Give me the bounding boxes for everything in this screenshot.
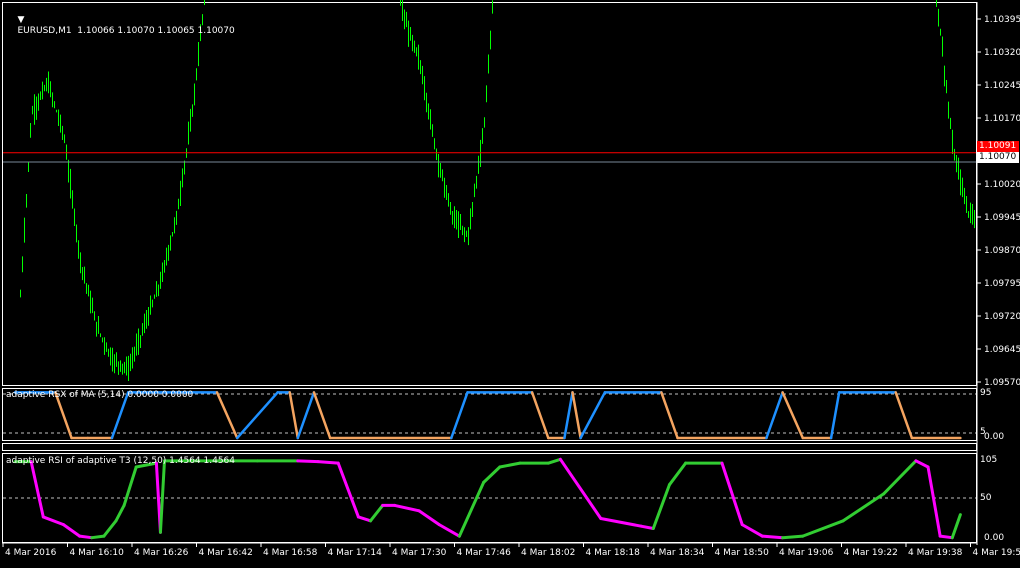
indicator-segment (641, 526, 653, 528)
rsi-info-label: adaptive RSI of adaptive T3 (12,50) 1.45… (6, 456, 235, 467)
price-tick-label: 1.09795 (984, 279, 1020, 289)
price-axis-ticks: 1.10395 1.10320 1.10245 1.10170 1.10020 1.099… (977, 15, 1020, 388)
indicator-segment (338, 463, 358, 517)
indicator-segment (419, 511, 439, 525)
indicator-segment (500, 463, 520, 467)
time-tick-label: 4 Mar 19:22 (844, 548, 898, 558)
indicator-segment (766, 392, 782, 438)
indicator-segment (371, 505, 383, 520)
indicator-segment (928, 467, 940, 536)
indicator-segment (63, 525, 79, 537)
indicator-segment (952, 515, 960, 538)
time-tick-label: 4 Mar 16:58 (263, 548, 318, 558)
time-tick-label: 4 Mar 18:02 (521, 548, 575, 558)
price-tick-label: 1.10395 (984, 15, 1020, 25)
indicator-segment (940, 536, 952, 538)
indicator-segment (896, 392, 912, 438)
indicator-segment (532, 392, 548, 438)
rsi-indicator-line (15, 459, 960, 537)
indicator-segment (217, 392, 237, 438)
indicator-segment (439, 525, 459, 537)
indicator-segment (298, 392, 314, 438)
indicator-segment (314, 392, 330, 438)
indicator-segment (43, 517, 63, 525)
indicator-segment (831, 392, 839, 438)
indicator-segment (722, 463, 742, 524)
price-tick-label: 1.09870 (984, 246, 1020, 256)
rsx-info-label: adaptive RSX of MA (5,14) 0.0000 0.0000 (6, 390, 193, 401)
indicator-segment (669, 463, 685, 485)
indicator-segment (358, 517, 370, 521)
indicator-segment (124, 467, 136, 505)
indicator-segment (601, 518, 641, 526)
time-tick-label: 4 Mar 18:50 (715, 548, 770, 558)
rsi-axis-tick-105: 105 (980, 455, 997, 466)
rsi-axis-tick-0: 0.00 (984, 533, 1004, 544)
indicator-segment (290, 392, 298, 438)
price-tick-label: 1.10020 (984, 180, 1020, 190)
time-tick-label: 4 Mar 17:46 (457, 548, 512, 558)
time-tick-label: 4 Mar 16:42 (199, 548, 253, 558)
chart-canvas[interactable]: 1.10395 1.10320 1.10245 1.10170 1.10020 1.099… (0, 0, 1020, 565)
chart-window[interactable]: 1.10395 1.10320 1.10245 1.10170 1.10020 1.099… (0, 0, 1020, 565)
price-tick-label: 1.10320 (984, 48, 1020, 58)
indicator-segment (783, 536, 803, 538)
indicator-segment (783, 392, 803, 438)
indicator-segment (548, 459, 560, 463)
indicator-segment (80, 536, 92, 538)
time-tick-label: 4 Mar 16:10 (70, 548, 125, 558)
indicator-segment (762, 536, 782, 538)
time-tick-label: 4 Mar 18:34 (650, 548, 705, 558)
rsi-axis-tick-50: 50 (980, 493, 991, 504)
candlestick-series (21, 0, 975, 381)
price-tick-label: 1.09645 (984, 345, 1020, 355)
indicator-segment (661, 392, 677, 438)
rsx-axis-tick-0: 0.00 (984, 432, 1004, 443)
time-axis-ticks: 4 Mar 2016 4 Mar 16:10 4 Mar 16:26 4 Mar 16… (3, 543, 1020, 558)
indicator-segment (298, 461, 318, 462)
time-tick-label: 4 Mar 16:26 (134, 548, 189, 558)
triangle-down-icon[interactable]: ▼ (17, 15, 24, 25)
separator-frame (3, 444, 977, 451)
price-tick-label: 1.09720 (984, 312, 1020, 322)
time-tick-label: 4 Mar 17:14 (328, 548, 383, 558)
indicator-segment (104, 521, 116, 536)
price-tick-label: 1.09945 (984, 213, 1020, 223)
indicator-segment (916, 461, 928, 467)
indicator-segment (573, 392, 581, 438)
time-tick-label: 4 Mar 2016 (5, 548, 57, 558)
symbol-info: EURUSD,M1 1.10066 1.10070 1.10065 1.1007… (17, 26, 234, 36)
time-tick-label: 4 Mar 19:38 (908, 548, 963, 558)
time-tick-label: 4 Mar 19:06 (779, 548, 834, 558)
indicator-segment (451, 392, 467, 438)
indicator-segment (560, 459, 600, 518)
indicator-segment (237, 392, 277, 438)
time-tick-label: 4 Mar 19:54 (973, 548, 1020, 558)
indicator-segment (742, 525, 762, 537)
price-panel-frame (3, 3, 977, 386)
time-tick-label: 4 Mar 17:30 (392, 548, 447, 558)
rsx-axis-tick-95: 95 (980, 388, 991, 399)
indicator-segment (564, 392, 572, 438)
time-tick-label: 4 Mar 18:18 (586, 548, 641, 558)
indicator-segment (484, 467, 500, 482)
indicator-segment (31, 462, 43, 517)
indicator-segment (653, 485, 669, 529)
indicator-segment (884, 461, 916, 494)
indicator-segment (160, 461, 164, 532)
indicator-segment (803, 521, 843, 536)
indicator-segment (581, 392, 605, 438)
indicator-segment (318, 462, 338, 464)
ask-price-label: 1.10091 (977, 141, 1019, 152)
bid-price-label: 1.10070 (977, 152, 1019, 163)
price-tick-label: 1.10170 (984, 114, 1020, 124)
price-tick-label: 1.09570 (984, 378, 1020, 388)
price-tick-label: 1.10245 (984, 81, 1020, 91)
indicator-segment (116, 505, 124, 520)
indicator-segment (395, 505, 419, 510)
indicator-segment (92, 536, 104, 538)
symbol-header[interactable]: ▼ EURUSD,M1 1.10066 1.10070 1.10065 1.10… (6, 4, 235, 48)
indicator-segment (459, 482, 483, 536)
